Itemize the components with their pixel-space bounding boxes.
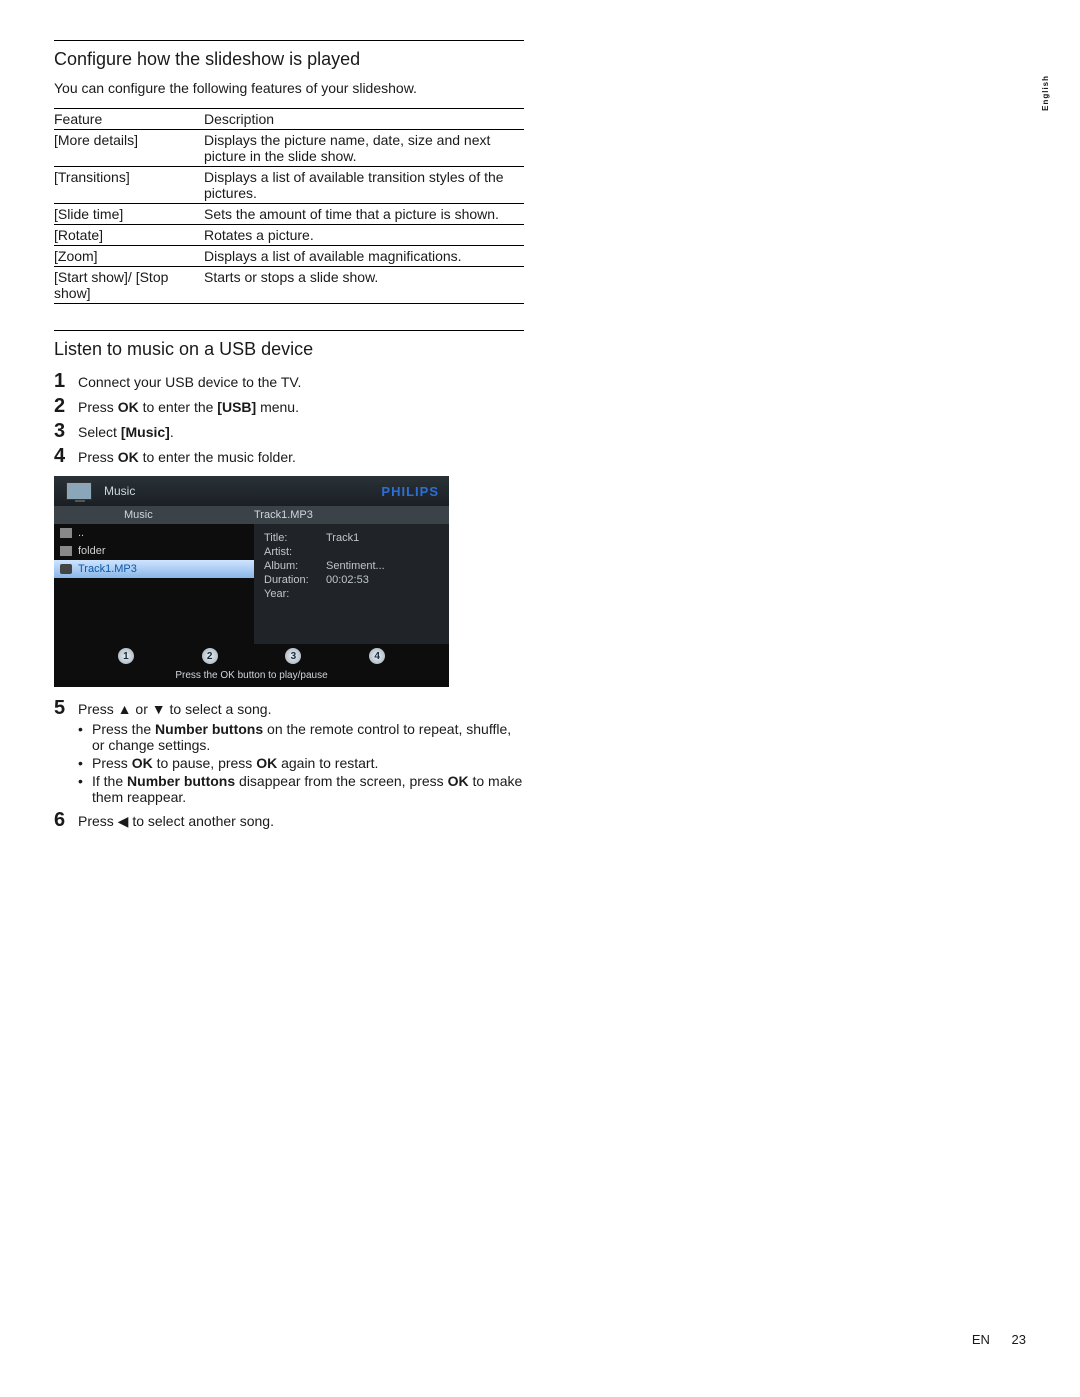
table-row: [More details]Displays the picture name,… <box>54 130 524 167</box>
table-row: [Rotate]Rotates a picture. <box>54 225 524 246</box>
bullet: If the Number buttons disappear from the… <box>78 773 524 805</box>
file-row-track-selected: Track1.MP3 <box>54 560 254 578</box>
cell-feature: [Transitions] <box>54 167 204 204</box>
meta-album-val: Sentiment... <box>326 560 385 572</box>
meta-artist-key: Artist: <box>264 546 326 558</box>
meta-title-val: Track1 <box>326 532 359 544</box>
rule <box>54 40 524 41</box>
music-ui-title: Music <box>104 484 381 498</box>
cell-desc: Sets the amount of time that a picture i… <box>204 204 524 225</box>
table-row: [Start show]/ [Stop show]Starts or stops… <box>54 267 524 304</box>
cell-feature: [Rotate] <box>54 225 204 246</box>
music-file-icon <box>60 564 72 574</box>
number-button-4: 4 <box>369 648 385 664</box>
cell-desc: Displays the picture name, date, size an… <box>204 130 524 167</box>
cell-feature: [More details] <box>54 130 204 167</box>
music-ui-footer: 1 2 3 4 Press the OK button to play/paus… <box>54 644 449 687</box>
table-row: [Zoom]Displays a list of available magni… <box>54 246 524 267</box>
section-heading-slideshow: Configure how the slideshow is played <box>54 49 524 70</box>
cell-desc: Displays a list of available magnificati… <box>204 246 524 267</box>
cell-desc: Starts or stops a slide show. <box>204 267 524 304</box>
crumb-right: Track1.MP3 <box>254 509 313 521</box>
step-5: 5 Press ▲ or ▼ to select a song. Press t… <box>54 697 524 807</box>
philips-logo: PHILIPS <box>381 484 449 499</box>
file-row-up: .. <box>54 524 254 542</box>
feature-table: Feature Description [More details]Displa… <box>54 108 524 304</box>
step-3: 3Select [Music]. <box>54 420 524 443</box>
rule <box>54 330 524 331</box>
file-list: .. folder Track1.MP3 <box>54 524 254 644</box>
step-6: 6Press ◀ to select another song. <box>54 809 524 832</box>
meta-duration-key: Duration: <box>264 574 326 586</box>
cell-feature: [Slide time] <box>54 204 204 225</box>
bullet: Press OK to pause, press OK again to res… <box>78 755 524 771</box>
step-4: 4Press OK to enter the music folder. <box>54 445 524 468</box>
th-feature: Feature <box>54 109 204 130</box>
cell-desc: Rotates a picture. <box>204 225 524 246</box>
meta-year-key: Year: <box>264 588 326 600</box>
number-button-1: 1 <box>118 648 134 664</box>
folder-icon <box>60 528 72 538</box>
folder-icon <box>60 546 72 556</box>
number-button-3: 3 <box>285 648 301 664</box>
footer-lang: EN <box>972 1332 990 1347</box>
cell-feature: [Zoom] <box>54 246 204 267</box>
number-button-2: 2 <box>202 648 218 664</box>
crumb-left: Music <box>54 509 254 521</box>
page-footer: EN 23 <box>972 1332 1026 1347</box>
cell-desc: Displays a list of available transition … <box>204 167 524 204</box>
music-ui-breadcrumb: Music Track1.MP3 <box>54 506 449 524</box>
page-column: Configure how the slideshow is played Yo… <box>54 40 524 840</box>
meta-duration-val: 00:02:53 <box>326 574 369 586</box>
file-row-folder: folder <box>54 542 254 560</box>
table-row: [Slide time]Sets the amount of time that… <box>54 204 524 225</box>
bullet: Press the Number buttons on the remote c… <box>78 721 524 753</box>
metadata-panel: Title:Track1 Artist: Album:Sentiment... … <box>254 524 449 644</box>
meta-album-key: Album: <box>264 560 326 572</box>
footer-page-number: 23 <box>1012 1332 1026 1347</box>
cell-feature: [Start show]/ [Stop show] <box>54 267 204 304</box>
music-ui-screenshot: Music PHILIPS Music Track1.MP3 .. folder… <box>54 476 449 687</box>
tv-icon <box>54 482 104 500</box>
step-2: 2Press OK to enter the [USB] menu. <box>54 395 524 418</box>
meta-title-key: Title: <box>264 532 326 544</box>
step-1: 1Connect your USB device to the TV. <box>54 370 524 393</box>
steps-list-cont: 5 Press ▲ or ▼ to select a song. Press t… <box>54 697 524 832</box>
music-ui-hint: Press the OK button to play/pause <box>54 668 449 687</box>
section-heading-music: Listen to music on a USB device <box>54 339 524 360</box>
table-row: [Transitions]Displays a list of availabl… <box>54 167 524 204</box>
section-intro: You can configure the following features… <box>54 80 524 96</box>
language-tab: English <box>1041 75 1050 111</box>
th-description: Description <box>204 109 524 130</box>
music-ui-header: Music PHILIPS <box>54 476 449 506</box>
steps-list: 1Connect your USB device to the TV. 2Pre… <box>54 370 524 468</box>
